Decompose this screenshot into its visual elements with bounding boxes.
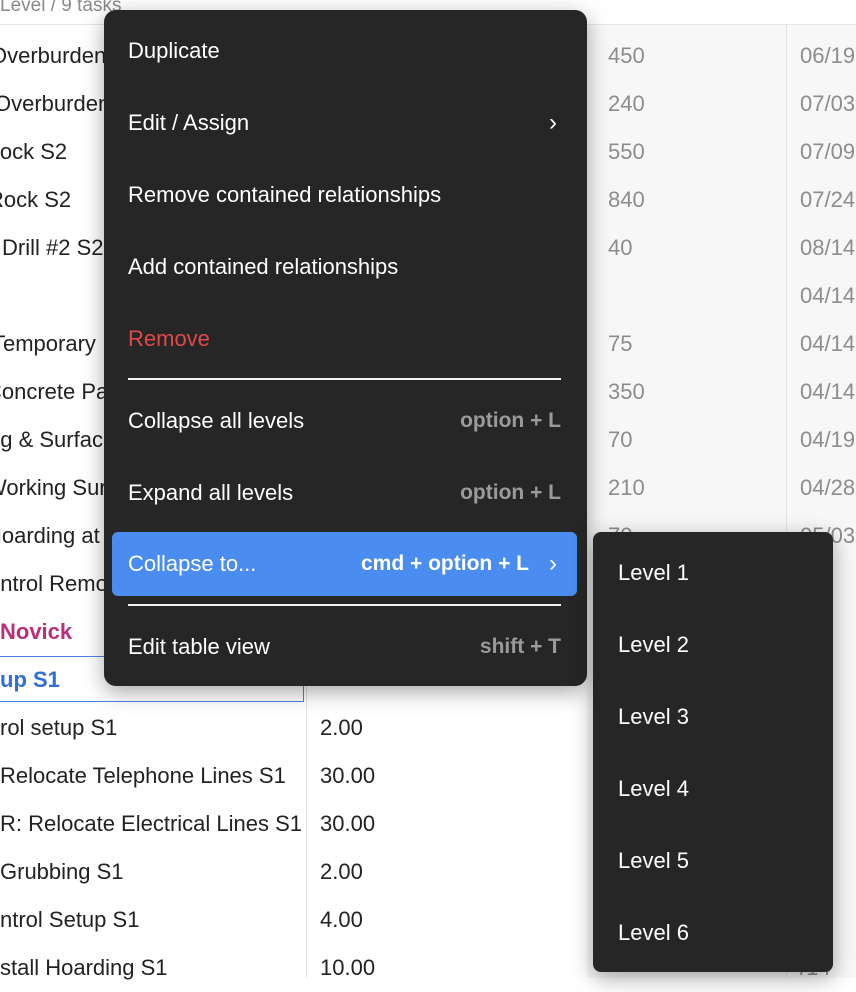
quantity-cell[interactable]: 550 — [608, 128, 778, 176]
quantity-cell[interactable]: 2.00 — [320, 704, 490, 752]
task-name-cell[interactable]: rol setup S1 — [0, 704, 304, 752]
submenu-item-level-6[interactable]: Level 6 — [601, 901, 825, 965]
quantity-cell[interactable]: 2.00 — [320, 848, 490, 896]
date-cell[interactable]: 08/14 — [800, 224, 856, 272]
submenu-item-level-3[interactable]: Level 3 — [601, 685, 825, 749]
task-count-label: Level / 9 tasks — [0, 0, 122, 16]
menu-item-add-contained-relationships[interactable]: Add contained relationships — [112, 235, 577, 299]
quantity-cell[interactable]: 350 — [608, 368, 778, 416]
date-cell[interactable]: 04/28 — [800, 464, 856, 512]
collapse-to-submenu: Level 1 Level 2 Level 3 Level 4 Level 5 … — [593, 532, 833, 972]
task-name-cell[interactable]: Grubbing S1 — [0, 848, 304, 896]
date-cell[interactable]: 06/19 — [800, 32, 856, 80]
menu-item-shortcut: shift + T — [479, 635, 561, 658]
menu-item-shortcut: cmd + option + L — [360, 552, 529, 575]
submenu-item-level-4[interactable]: Level 4 — [601, 757, 825, 821]
quantity-cell[interactable]: 30.00 — [320, 752, 490, 800]
submenu-item-label: Level 2 — [618, 632, 689, 657]
date-cell[interactable]: 07/03 — [800, 80, 856, 128]
date-cell[interactable]: 04/14 — [800, 320, 856, 368]
quantity-cell[interactable]: 75 — [608, 320, 778, 368]
task-name-cell[interactable]: R: Relocate Electrical Lines S1 — [0, 800, 304, 848]
context-menu: Duplicate Edit / Assign › Remove contain… — [104, 10, 587, 686]
submenu-item-label: Level 1 — [618, 560, 689, 585]
date-cell[interactable]: 07/09 — [800, 128, 856, 176]
menu-item-shortcut: option + L — [460, 481, 561, 504]
menu-item-label: Remove contained relationships — [128, 182, 442, 207]
submenu-item-level-5[interactable]: Level 5 — [601, 829, 825, 893]
menu-item-collapse-all-levels[interactable]: Collapse all levels option + L — [112, 389, 577, 453]
date-cell[interactable]: 04/19 — [800, 416, 856, 464]
submenu-item-level-1[interactable]: Level 1 — [601, 541, 825, 605]
menu-item-label: Add contained relationships — [128, 254, 399, 279]
menu-item-remove-contained-relationships[interactable]: Remove contained relationships — [112, 163, 577, 227]
menu-item-duplicate[interactable]: Duplicate — [112, 19, 577, 83]
quantity-cell[interactable]: 450 — [608, 32, 778, 80]
menu-item-label: Edit / Assign — [128, 110, 250, 135]
task-name-cell[interactable]: stall Hoarding S1 — [0, 944, 304, 992]
quantity-cell[interactable]: 210 — [608, 464, 778, 512]
quantity-cell[interactable]: 30.00 — [320, 800, 490, 848]
chevron-right-icon: › — [549, 109, 557, 136]
quantity-cell[interactable]: 40 — [608, 224, 778, 272]
submenu-item-level-2[interactable]: Level 2 — [601, 613, 825, 677]
quantity-cell[interactable]: 840 — [608, 176, 778, 224]
quantity-cell[interactable]: 4.00 — [320, 896, 490, 944]
menu-item-collapse-to[interactable]: Collapse to... cmd + option + L › — [112, 532, 577, 596]
menu-separator — [128, 604, 561, 606]
menu-item-label: Collapse all levels — [128, 408, 305, 433]
submenu-item-label: Level 5 — [618, 848, 689, 873]
menu-item-edit-assign[interactable]: Edit / Assign › — [112, 91, 577, 155]
submenu-item-label: Level 3 — [618, 704, 689, 729]
menu-item-label: Remove — [128, 326, 210, 351]
menu-item-expand-all-levels[interactable]: Expand all levels option + L — [112, 461, 577, 525]
date-cell[interactable]: 04/14 — [800, 368, 856, 416]
task-name-cell[interactable]: Relocate Telephone Lines S1 — [0, 752, 304, 800]
menu-separator — [128, 378, 561, 380]
submenu-item-label: Level 6 — [618, 920, 689, 945]
menu-item-label: Duplicate — [128, 38, 220, 63]
task-name-cell[interactable]: ntrol Setup S1 — [0, 896, 304, 944]
quantity-cell[interactable]: 240 — [608, 80, 778, 128]
date-cell[interactable]: 04/14 — [800, 272, 856, 320]
menu-item-label: Collapse to... — [128, 551, 257, 576]
date-cell[interactable]: 07/24 — [800, 176, 856, 224]
submenu-item-label: Level 4 — [618, 776, 689, 801]
quantity-cell[interactable]: 10.00 — [320, 944, 490, 992]
menu-item-remove[interactable]: Remove — [112, 307, 577, 371]
menu-item-label: Edit table view — [128, 634, 270, 659]
menu-item-label: Expand all levels — [128, 480, 294, 505]
menu-item-shortcut: option + L — [460, 409, 561, 432]
chevron-right-icon: › — [549, 550, 557, 577]
quantity-cell[interactable] — [608, 272, 778, 320]
quantity-cell[interactable]: 70 — [608, 416, 778, 464]
menu-item-edit-table-view[interactable]: Edit table view shift + T — [112, 615, 577, 679]
